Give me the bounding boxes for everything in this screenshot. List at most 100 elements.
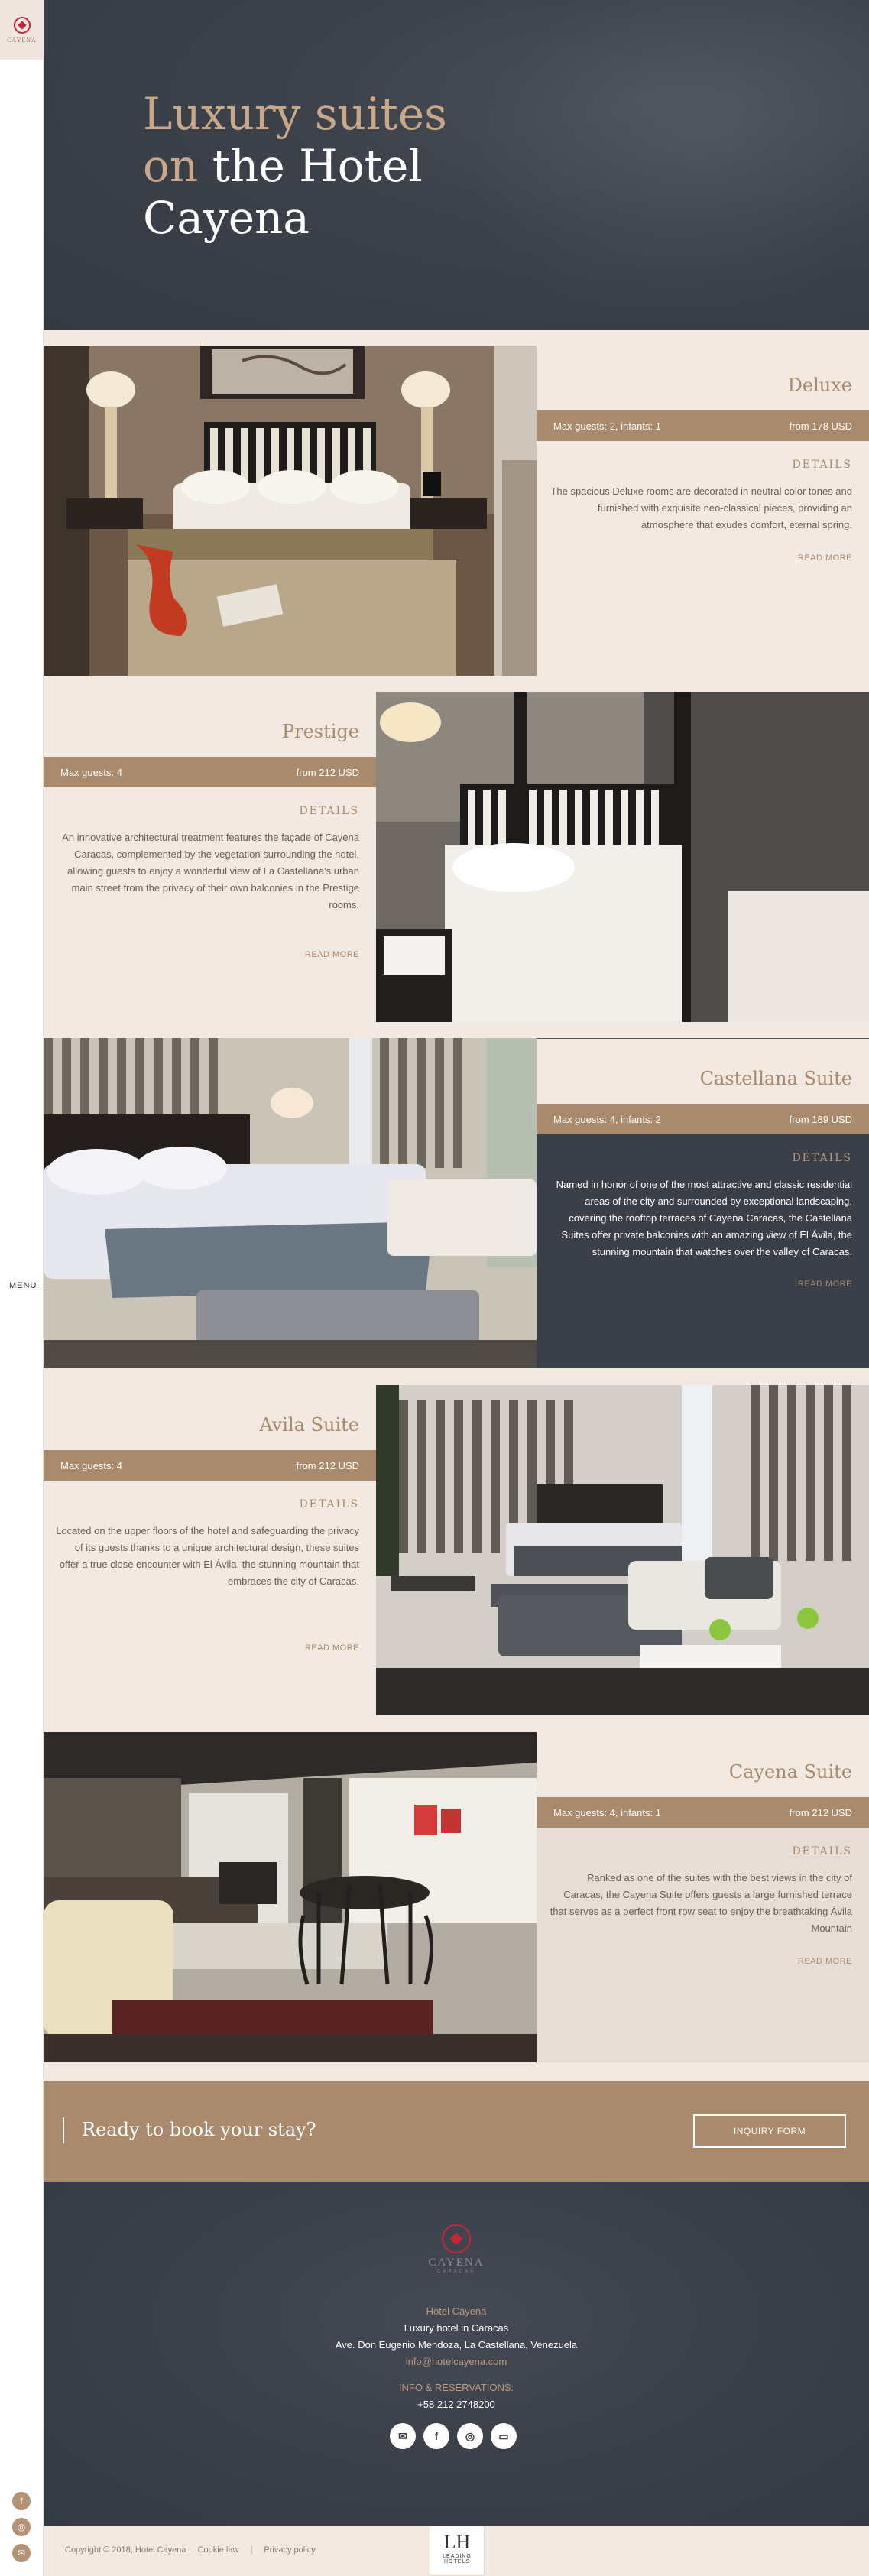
hero-title: Luxury suites on the Hotel Cayena [143, 88, 447, 244]
hero-line-3: Cayena [143, 192, 310, 244]
read-more-link[interactable]: READ MORE [798, 553, 852, 563]
read-more-link[interactable]: READ MORE [798, 1280, 852, 1289]
suite-guests: Max guests: 4, infants: 2 [553, 1113, 661, 1125]
inquiry-form-button[interactable]: INQUIRY FORM [693, 2114, 846, 2148]
suite-info-deluxe: Deluxe Max guests: 2, infants: 1 from 17… [537, 346, 869, 676]
hero-line-2-rest: the Hotel [212, 140, 423, 192]
cayena-logo-icon [442, 2224, 471, 2253]
cayena-logo-icon [13, 16, 31, 34]
leading-hotels-icon: LH [443, 2531, 471, 2553]
legal-links: Copyright © 2018, Hotel Cayena Cookie la… [65, 2545, 325, 2555]
cayena-room-image [44, 1732, 537, 2062]
suite-title: Deluxe [787, 375, 852, 396]
footer-logo-sub: CARACAS [436, 2269, 475, 2274]
facebook-icon[interactable]: f [12, 2492, 31, 2510]
suite-guests: Max guests: 2, infants: 1 [553, 420, 661, 432]
suite-details-heading: DETAILS [792, 459, 852, 471]
suite-card-prestige: Prestige Max guests: 4 from 212 USD DETA… [44, 692, 869, 1022]
suite-info-prestige: Prestige Max guests: 4 from 212 USD DETA… [44, 692, 376, 1022]
suite-meta-bar: Max guests: 4 from 212 USD [44, 1450, 376, 1481]
castellana-room-image [44, 1038, 537, 1368]
suite-price: from 178 USD [789, 420, 852, 432]
tripadvisor-icon[interactable]: ▭ [491, 2423, 517, 2449]
leading-hotels-text: LEADING HOTELS [443, 2554, 472, 2565]
hero-line-1: Luxury suites [143, 88, 447, 140]
read-more-link[interactable]: READ MORE [305, 1643, 359, 1653]
suite-description: Located on the upper floors of the hotel… [56, 1525, 359, 1587]
hero-line-2: on the Hotel [143, 140, 447, 192]
suite-meta-bar: Max guests: 2, infants: 1 from 178 USD [537, 410, 869, 441]
suite-details-heading: DETAILS [299, 1498, 359, 1510]
legal-separator: | [250, 2545, 253, 2555]
suite-details-heading: DETAILS [299, 805, 359, 817]
suite-meta-bar: Max guests: 4, infants: 2 from 189 USD [537, 1104, 869, 1134]
email-icon[interactable]: ✉ [390, 2423, 416, 2449]
site-footer: CAYENA CARACAS Hotel Cayena Luxury hotel… [44, 2182, 869, 2526]
footer-tagline: Luxury hotel in Caracas [404, 2322, 509, 2334]
suite-details-heading: DETAILS [792, 1152, 852, 1164]
suite-price: from 212 USD [789, 1806, 852, 1818]
instagram-icon[interactable]: ◎ [12, 2518, 31, 2536]
suite-photo-deluxe[interactable] [44, 346, 537, 676]
suite-meta-bar: Max guests: 4, infants: 1 from 212 USD [537, 1797, 869, 1828]
hero-banner: Luxury suites on the Hotel Cayena [44, 0, 869, 330]
instagram-icon[interactable]: ◎ [457, 2423, 483, 2449]
suite-title: Prestige [281, 721, 359, 742]
hero-line-2-accent: on [143, 140, 199, 192]
suite-details-heading: DETAILS [792, 1845, 852, 1857]
prestige-room-image [376, 692, 869, 1022]
suite-price: from 212 USD [296, 1459, 359, 1471]
rail-logo[interactable]: CAYENA [0, 0, 44, 60]
leading-hotels-badge[interactable]: LH LEADING HOTELS [430, 2526, 485, 2576]
suite-title: Castellana Suite [699, 1068, 852, 1089]
copyright-text: Copyright © 2018, Hotel Cayena [65, 2545, 186, 2555]
suite-price: from 189 USD [789, 1113, 852, 1125]
suite-card-deluxe: Deluxe Max guests: 2, infants: 1 from 17… [44, 346, 869, 676]
suite-photo-prestige[interactable] [376, 692, 869, 1022]
suite-photo-cayena[interactable] [44, 1732, 537, 2062]
menu-label: MENU [9, 1281, 37, 1290]
suite-title: Avila Suite [259, 1414, 359, 1436]
suite-card-cayena: Cayena Suite Max guests: 4, infants: 1 f… [44, 1732, 869, 2062]
suite-photo-castellana[interactable] [44, 1038, 537, 1368]
suite-description: The spacious Deluxe rooms are decorated … [550, 485, 852, 530]
footer-hotel-name: Hotel Cayena [426, 2305, 487, 2317]
suite-guests: Max guests: 4 [60, 1459, 122, 1471]
suite-card-avila: Avila Suite Max guests: 4 from 212 USD D… [44, 1385, 869, 1715]
cookie-law-link[interactable]: Cookie law [198, 2545, 239, 2555]
footer-phone[interactable]: +58 212 2748200 [44, 2399, 869, 2410]
footer-logo[interactable]: CAYENA CARACAS [418, 2224, 494, 2274]
suite-guests: Max guests: 4 [60, 766, 122, 778]
read-more-link[interactable]: READ MORE [305, 950, 359, 959]
suite-card-castellana: Castellana Suite Max guests: 4, infants:… [44, 1038, 869, 1368]
suite-meta-bar: Max guests: 4 from 212 USD [44, 757, 376, 787]
suite-description: Ranked as one of the suites with the bes… [550, 1872, 852, 1934]
email-icon[interactable]: ✉ [12, 2544, 31, 2562]
footer-email-link[interactable]: info@hotelcayena.com [44, 2356, 869, 2367]
suite-photo-avila[interactable] [376, 1385, 869, 1715]
suite-guests: Max guests: 4, infants: 1 [553, 1806, 661, 1818]
suite-title: Cayena Suite [728, 1761, 852, 1783]
footer-social-links: ✉ f ◎ ▭ [390, 2423, 517, 2449]
booking-cta-banner: Ready to book your stay? INQUIRY FORM [44, 2081, 869, 2182]
footer-reservations-label: INFO & RESERVATIONS: [398, 2382, 514, 2393]
suite-description: An innovative architectural treatment fe… [62, 832, 359, 910]
deluxe-room-image [44, 346, 537, 676]
suite-info-castellana: Castellana Suite Max guests: 4, infants:… [537, 1038, 869, 1368]
facebook-icon[interactable]: f [423, 2423, 449, 2449]
bottom-bar: Copyright © 2018, Hotel Cayena Cookie la… [44, 2526, 869, 2576]
cta-accent-line [63, 2117, 64, 2143]
suite-info-cayena: Cayena Suite Max guests: 4, infants: 1 f… [537, 1732, 869, 2062]
rail-logo-text: CAYENA [7, 36, 37, 44]
avila-room-image [376, 1385, 869, 1715]
footer-address: Ave. Don Eugenio Mendoza, La Castellana,… [335, 2339, 578, 2351]
rail-social-links: f ◎ ✉ [12, 2492, 31, 2562]
menu-button[interactable]: MENU [9, 1281, 50, 1290]
suite-description: Named in honor of one of the most attrac… [556, 1179, 852, 1257]
suite-info-avila: Avila Suite Max guests: 4 from 212 USD D… [44, 1385, 376, 1715]
suite-price: from 212 USD [296, 766, 359, 778]
read-more-link[interactable]: READ MORE [798, 1957, 852, 1966]
footer-logo-name: CAYENA [428, 2256, 485, 2269]
cta-heading: Ready to book your stay? [82, 2119, 316, 2140]
privacy-policy-link[interactable]: Privacy policy [264, 2545, 315, 2555]
